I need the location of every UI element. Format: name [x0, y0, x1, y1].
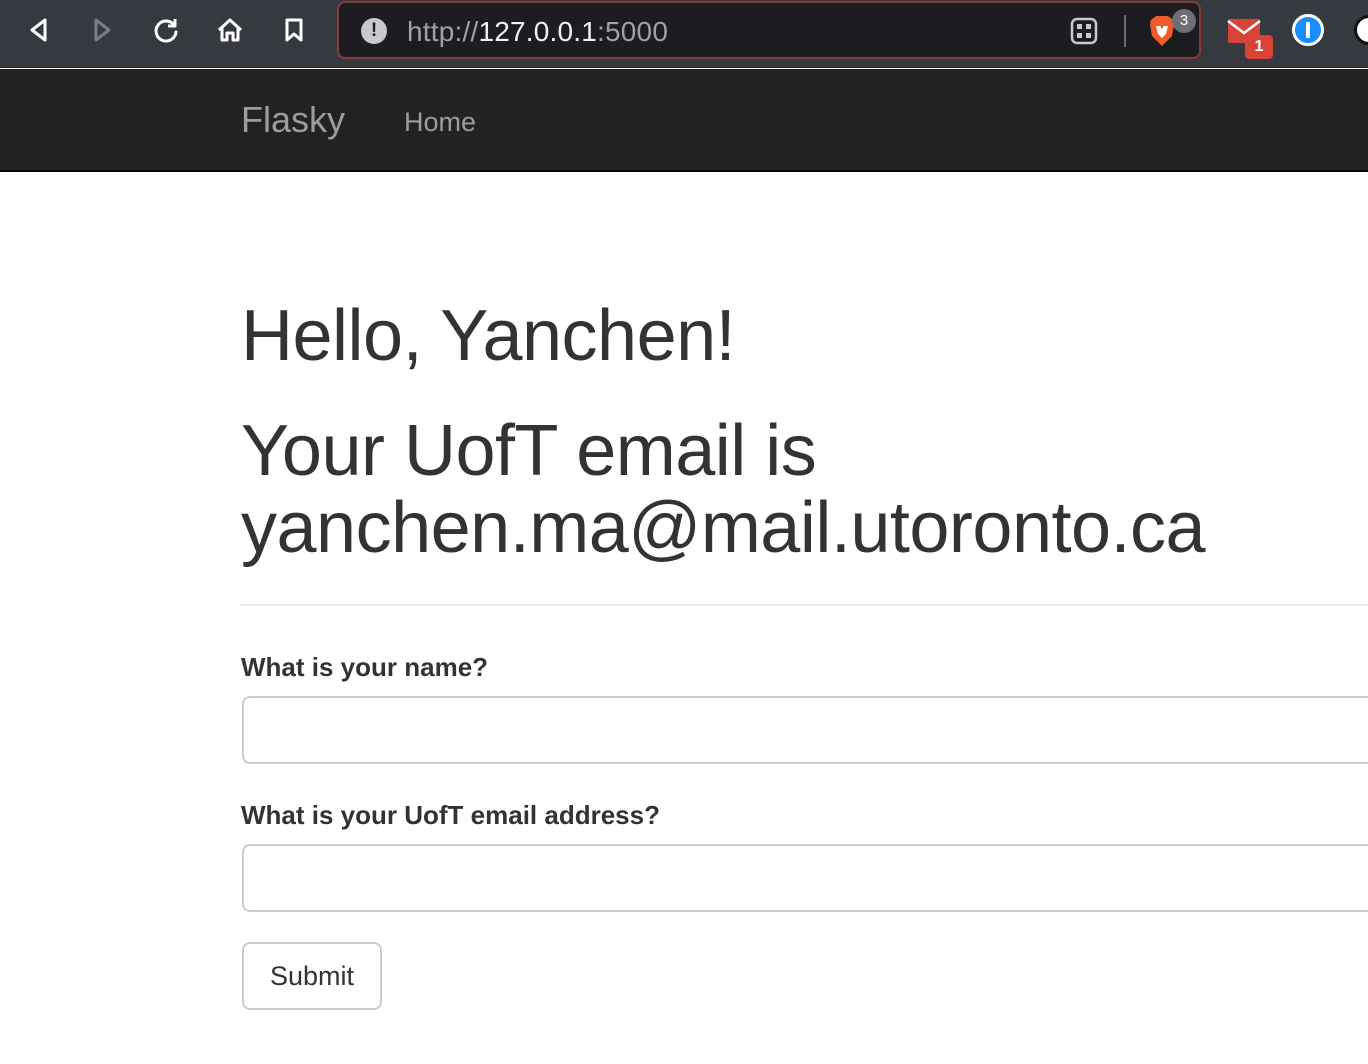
back-arrow-icon — [30, 18, 47, 42]
email-heading-line-2: yanchen.ma@mail.utoronto.ca — [241, 488, 1206, 568]
submit-button[interactable]: Submit — [242, 942, 382, 1010]
address-bar-separator — [1124, 15, 1126, 47]
url-text[interactable]: http://127.0.0.1:5000 — [407, 16, 668, 48]
email-heading: Your UofT email is yanchen.ma@mail.utoro… — [241, 411, 1206, 568]
forward-button[interactable] — [86, 14, 118, 46]
brand-link[interactable]: Flasky — [241, 99, 345, 141]
email-label: What is your UofT email address? — [241, 800, 660, 830]
name-input[interactable] — [242, 696, 1368, 764]
nav-link-home[interactable]: Home — [404, 106, 476, 138]
brave-shield-count-badge: 3 — [1172, 9, 1196, 33]
reload-button[interactable] — [150, 14, 182, 46]
name-label: What is your name? — [241, 652, 489, 682]
url-host: 127.0.0.1 — [478, 16, 598, 47]
site-navbar: Flasky Home — [0, 69, 1368, 172]
forward-arrow-icon — [94, 18, 111, 42]
address-bar[interactable]: ! http://127.0.0.1:5000 3 — [337, 1, 1201, 59]
password-manager-icon[interactable] — [1292, 14, 1324, 46]
home-button[interactable] — [214, 14, 246, 46]
mail-unread-badge: 1 — [1245, 35, 1273, 59]
email-heading-line-1: Your UofT email is — [241, 411, 817, 491]
home-icon — [217, 18, 243, 42]
back-button[interactable] — [23, 14, 55, 46]
extension-icon[interactable] — [1354, 15, 1368, 45]
email-input[interactable] — [242, 844, 1368, 912]
reload-icon — [154, 19, 178, 43]
bookmark-button[interactable] — [278, 14, 310, 46]
password-manager-glyph — [1306, 22, 1310, 38]
not-secure-warning-icon[interactable]: ! — [361, 18, 387, 44]
url-port: :5000 — [597, 16, 669, 47]
content-divider — [241, 604, 1368, 606]
url-scheme: http:// — [407, 16, 479, 47]
greeting-heading: Hello, Yanchen! — [241, 296, 736, 376]
bookmark-icon — [285, 18, 303, 42]
browser-toolbar: ! http://127.0.0.1:5000 3 1 — [0, 0, 1368, 68]
qr-code-icon[interactable] — [1069, 16, 1099, 46]
